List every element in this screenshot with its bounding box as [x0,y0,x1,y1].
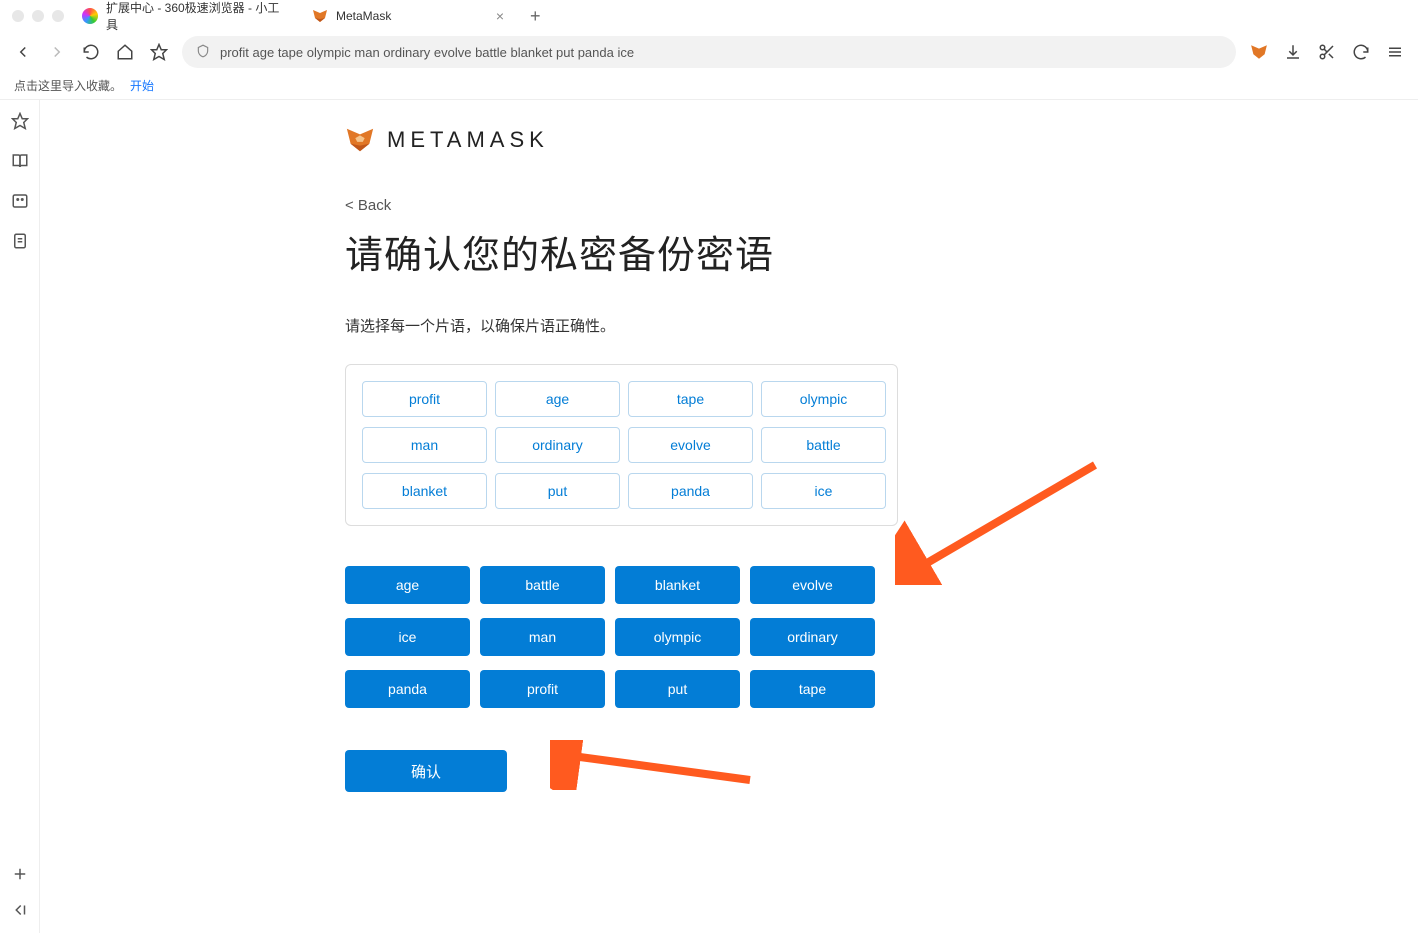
tab-close-icon[interactable]: × [492,8,508,24]
page-subtitle: 请选择每一个片语，以确保片语正确性。 [345,315,965,336]
confirm-button[interactable]: 确认 [345,750,507,792]
tab-strip: 扩展中心 - 360极速浏览器 - 小工具 MetaMask × + [70,0,1418,32]
tab-extensions[interactable]: 扩展中心 - 360极速浏览器 - 小工具 [70,0,300,32]
book-icon[interactable] [11,152,29,170]
home-button[interactable] [114,41,136,63]
download-icon[interactable] [1282,41,1304,63]
seed-word-selected[interactable]: panda [628,473,753,509]
seed-word-bank[interactable]: blanket [615,566,740,604]
tab-title: 扩展中心 - 360极速浏览器 - 小工具 [106,0,288,33]
seed-word-bank[interactable]: evolve [750,566,875,604]
seed-word-bank[interactable]: ordinary [750,618,875,656]
favicon-metamask-icon [312,8,328,24]
seed-word-bank[interactable]: put [615,670,740,708]
shield-icon [196,44,210,61]
tab-title: MetaMask [336,9,391,23]
seed-word-bank[interactable]: profit [480,670,605,708]
address-bar[interactable]: profit age tape olympic man ordinary evo… [182,36,1236,68]
page-viewport: METAMASK < Back 请确认您的私密备份密语 请选择每一个片语，以确保… [40,100,1418,933]
reload-button[interactable] [80,41,102,63]
menu-icon[interactable] [1384,41,1406,63]
seed-word-selected[interactable]: profit [362,381,487,417]
seed-word-bank[interactable]: ice [345,618,470,656]
bookmarks-bar: 点击这里导入收藏。 开始 [0,72,1418,100]
traffic-minimize[interactable] [32,10,44,22]
seed-word-bank[interactable]: man [480,618,605,656]
confirm-label: 确认 [411,761,441,782]
seed-word-bank[interactable]: olympic [615,618,740,656]
metamask-content: METAMASK < Back 请确认您的私密备份密语 请选择每一个片语，以确保… [345,100,965,792]
brand-name: METAMASK [387,127,549,153]
favorites-button[interactable] [148,41,170,63]
seed-word-selected[interactable]: age [495,381,620,417]
seed-word-selected[interactable]: olympic [761,381,886,417]
seed-word-bank[interactable]: battle [480,566,605,604]
forward-button[interactable] [46,41,68,63]
brand: METAMASK [345,125,965,155]
left-sidebar [0,100,40,933]
back-link[interactable]: < Back [345,197,391,214]
new-tab-button[interactable]: + [520,6,551,27]
seed-word-selected[interactable]: tape [628,381,753,417]
metamask-logo-icon [345,125,375,155]
seed-word-bank[interactable]: age [345,566,470,604]
tab-metamask[interactable]: MetaMask × [300,0,520,32]
collapse-icon[interactable] [11,901,29,919]
traffic-maximize[interactable] [52,10,64,22]
bookmarks-start-link[interactable]: 开始 [130,77,154,94]
seed-word-selected[interactable]: put [495,473,620,509]
seed-word-selected[interactable]: man [362,427,487,463]
favicon-360-icon [82,8,98,24]
address-text: profit age tape olympic man ordinary evo… [220,45,1222,60]
seed-word-selected[interactable]: blanket [362,473,487,509]
seed-word-selected[interactable]: battle [761,427,886,463]
scissors-icon[interactable] [1316,41,1338,63]
seed-word-bank: age battle blanket evolve iceman olympic ordin… [345,566,898,708]
seed-word-bank[interactable]: tape [750,670,875,708]
star-icon[interactable] [11,112,29,130]
seed-word-selected[interactable]: ordinary [495,427,620,463]
add-icon[interactable] [11,865,29,883]
seed-word-selected[interactable]: ice [761,473,886,509]
page-title: 请确认您的私密备份密语 [345,224,965,279]
toolbar: profit age tape olympic man ordinary evo… [0,32,1418,72]
browser-chrome: 扩展中心 - 360极速浏览器 - 小工具 MetaMask × + profi… [0,0,1418,100]
doc-icon[interactable] [11,232,29,250]
seed-word-selected[interactable]: evolve [628,427,753,463]
metamask-ext-icon[interactable] [1248,41,1270,63]
back-button[interactable] [12,41,34,63]
traffic-close[interactable] [12,10,24,22]
undo-icon[interactable] [1350,41,1372,63]
bookmarks-hint: 点击这里导入收藏。 [14,77,122,94]
seed-selected-box: profitagetapeolympic manordinaryevolvebat… [345,364,898,526]
image-icon[interactable] [11,192,29,210]
seed-word-bank[interactable]: panda [345,670,470,708]
